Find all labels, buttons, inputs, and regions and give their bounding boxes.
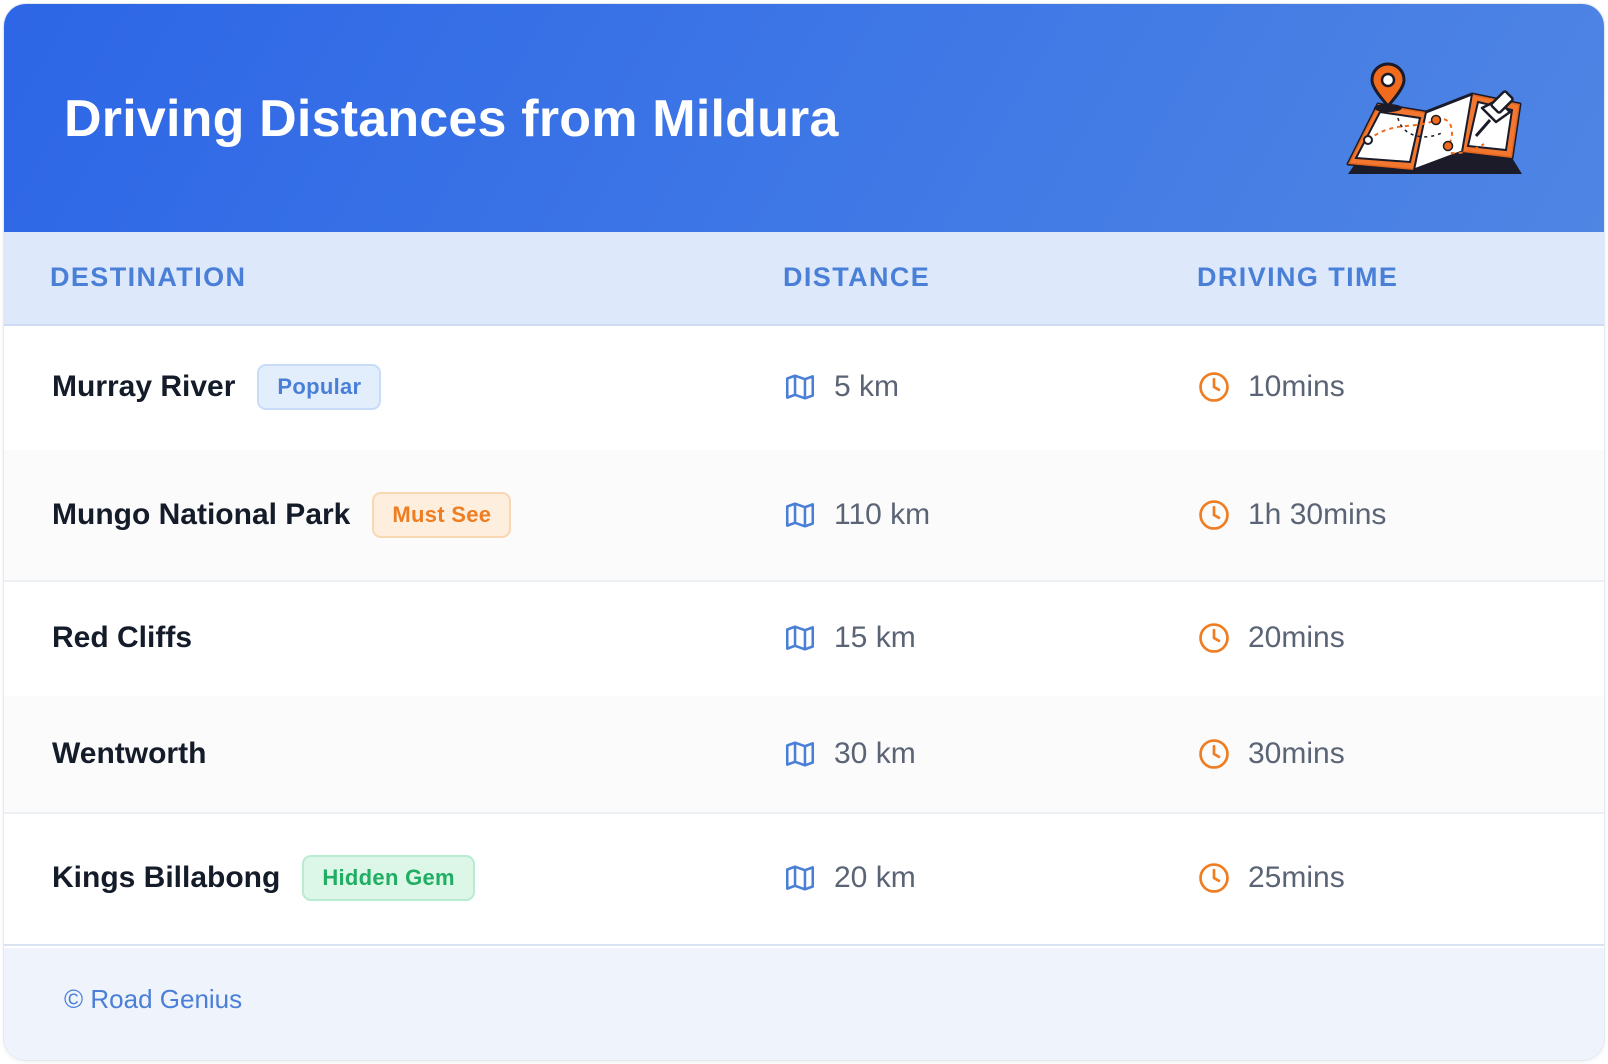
distance-cell: 20 km	[783, 812, 916, 944]
time-cell: 20mins	[1197, 580, 1345, 696]
distance-value: 110 km	[834, 498, 931, 531]
clock-icon	[1199, 500, 1229, 530]
time-value: 20mins	[1248, 621, 1345, 654]
destination-name: Kings Billabong	[52, 861, 281, 894]
copyright-text: © Road Genius	[64, 984, 243, 1014]
destination-cell: Wentworth	[52, 696, 206, 812]
distance-value: 30 km	[834, 737, 916, 770]
destination-name: Red Cliffs	[52, 621, 193, 654]
table-row: Red Cliffs 15 km 20mins	[4, 580, 1604, 698]
destination-name: Mungo National Park	[52, 498, 351, 531]
time-cell: 25mins	[1197, 812, 1345, 944]
card-footer: © Road Genius	[4, 948, 1604, 1060]
distance-cell: 15 km	[783, 580, 916, 696]
must-see-badge: Must See	[372, 492, 512, 538]
destination-cell: Kings Billabong Hidden Gem	[52, 812, 475, 944]
map-icon	[785, 502, 815, 528]
card-header: Driving Distances from Mildura	[4, 4, 1604, 232]
map-icon	[785, 865, 815, 891]
table-row: Wentworth 30 km 30mins	[4, 696, 1604, 814]
destination-cell: Red Cliffs	[52, 580, 192, 696]
hidden-gem-badge: Hidden Gem	[302, 855, 475, 901]
page-title: Driving Distances from Mildura	[64, 90, 839, 148]
time-value: 25mins	[1248, 861, 1345, 894]
column-header-destination: DESTINATION	[50, 262, 247, 292]
clock-icon	[1199, 372, 1229, 402]
distance-value: 20 km	[834, 861, 916, 894]
map-icon	[785, 741, 815, 767]
time-value: 30mins	[1248, 737, 1345, 770]
time-cell: 30mins	[1197, 696, 1345, 812]
table-row: Kings Billabong Hidden Gem 20 km 25mins	[4, 812, 1604, 946]
time-value: 10mins	[1248, 370, 1345, 403]
clock-icon	[1199, 739, 1229, 769]
clock-icon	[1199, 623, 1229, 653]
time-cell: 1h 30mins	[1197, 450, 1386, 580]
column-header-distance: DISTANCE	[783, 262, 931, 292]
clock-icon	[1199, 863, 1229, 893]
table-row: Mungo National Park Must See 110 km 1h 3…	[4, 450, 1604, 582]
destination-name: Murray River	[52, 370, 236, 403]
distance-cell: 30 km	[783, 696, 916, 812]
map-icon	[785, 374, 815, 400]
map-with-pins-icon	[1346, 62, 1522, 174]
distance-card: Driving Distances from Mildura DESTINATI…	[4, 4, 1604, 1060]
time-cell: 10mins	[1197, 324, 1345, 450]
map-icon	[785, 625, 815, 651]
distance-value: 15 km	[834, 621, 916, 654]
table-row: Murray River Popular 5 km 10mins	[4, 324, 1604, 452]
destination-cell: Mungo National Park Must See	[52, 450, 512, 580]
destination-name: Wentworth	[52, 737, 207, 770]
distance-cell: 110 km	[783, 450, 930, 580]
column-header-driving-time: DRIVING TIME	[1197, 262, 1399, 292]
distance-value: 5 km	[834, 370, 900, 403]
table-header: DESTINATION DISTANCE DRIVING TIME	[4, 232, 1604, 326]
distance-cell: 5 km	[783, 324, 899, 450]
time-value: 1h 30mins	[1248, 498, 1387, 531]
popular-badge: Popular	[257, 364, 382, 410]
destination-cell: Murray River Popular	[52, 324, 382, 450]
